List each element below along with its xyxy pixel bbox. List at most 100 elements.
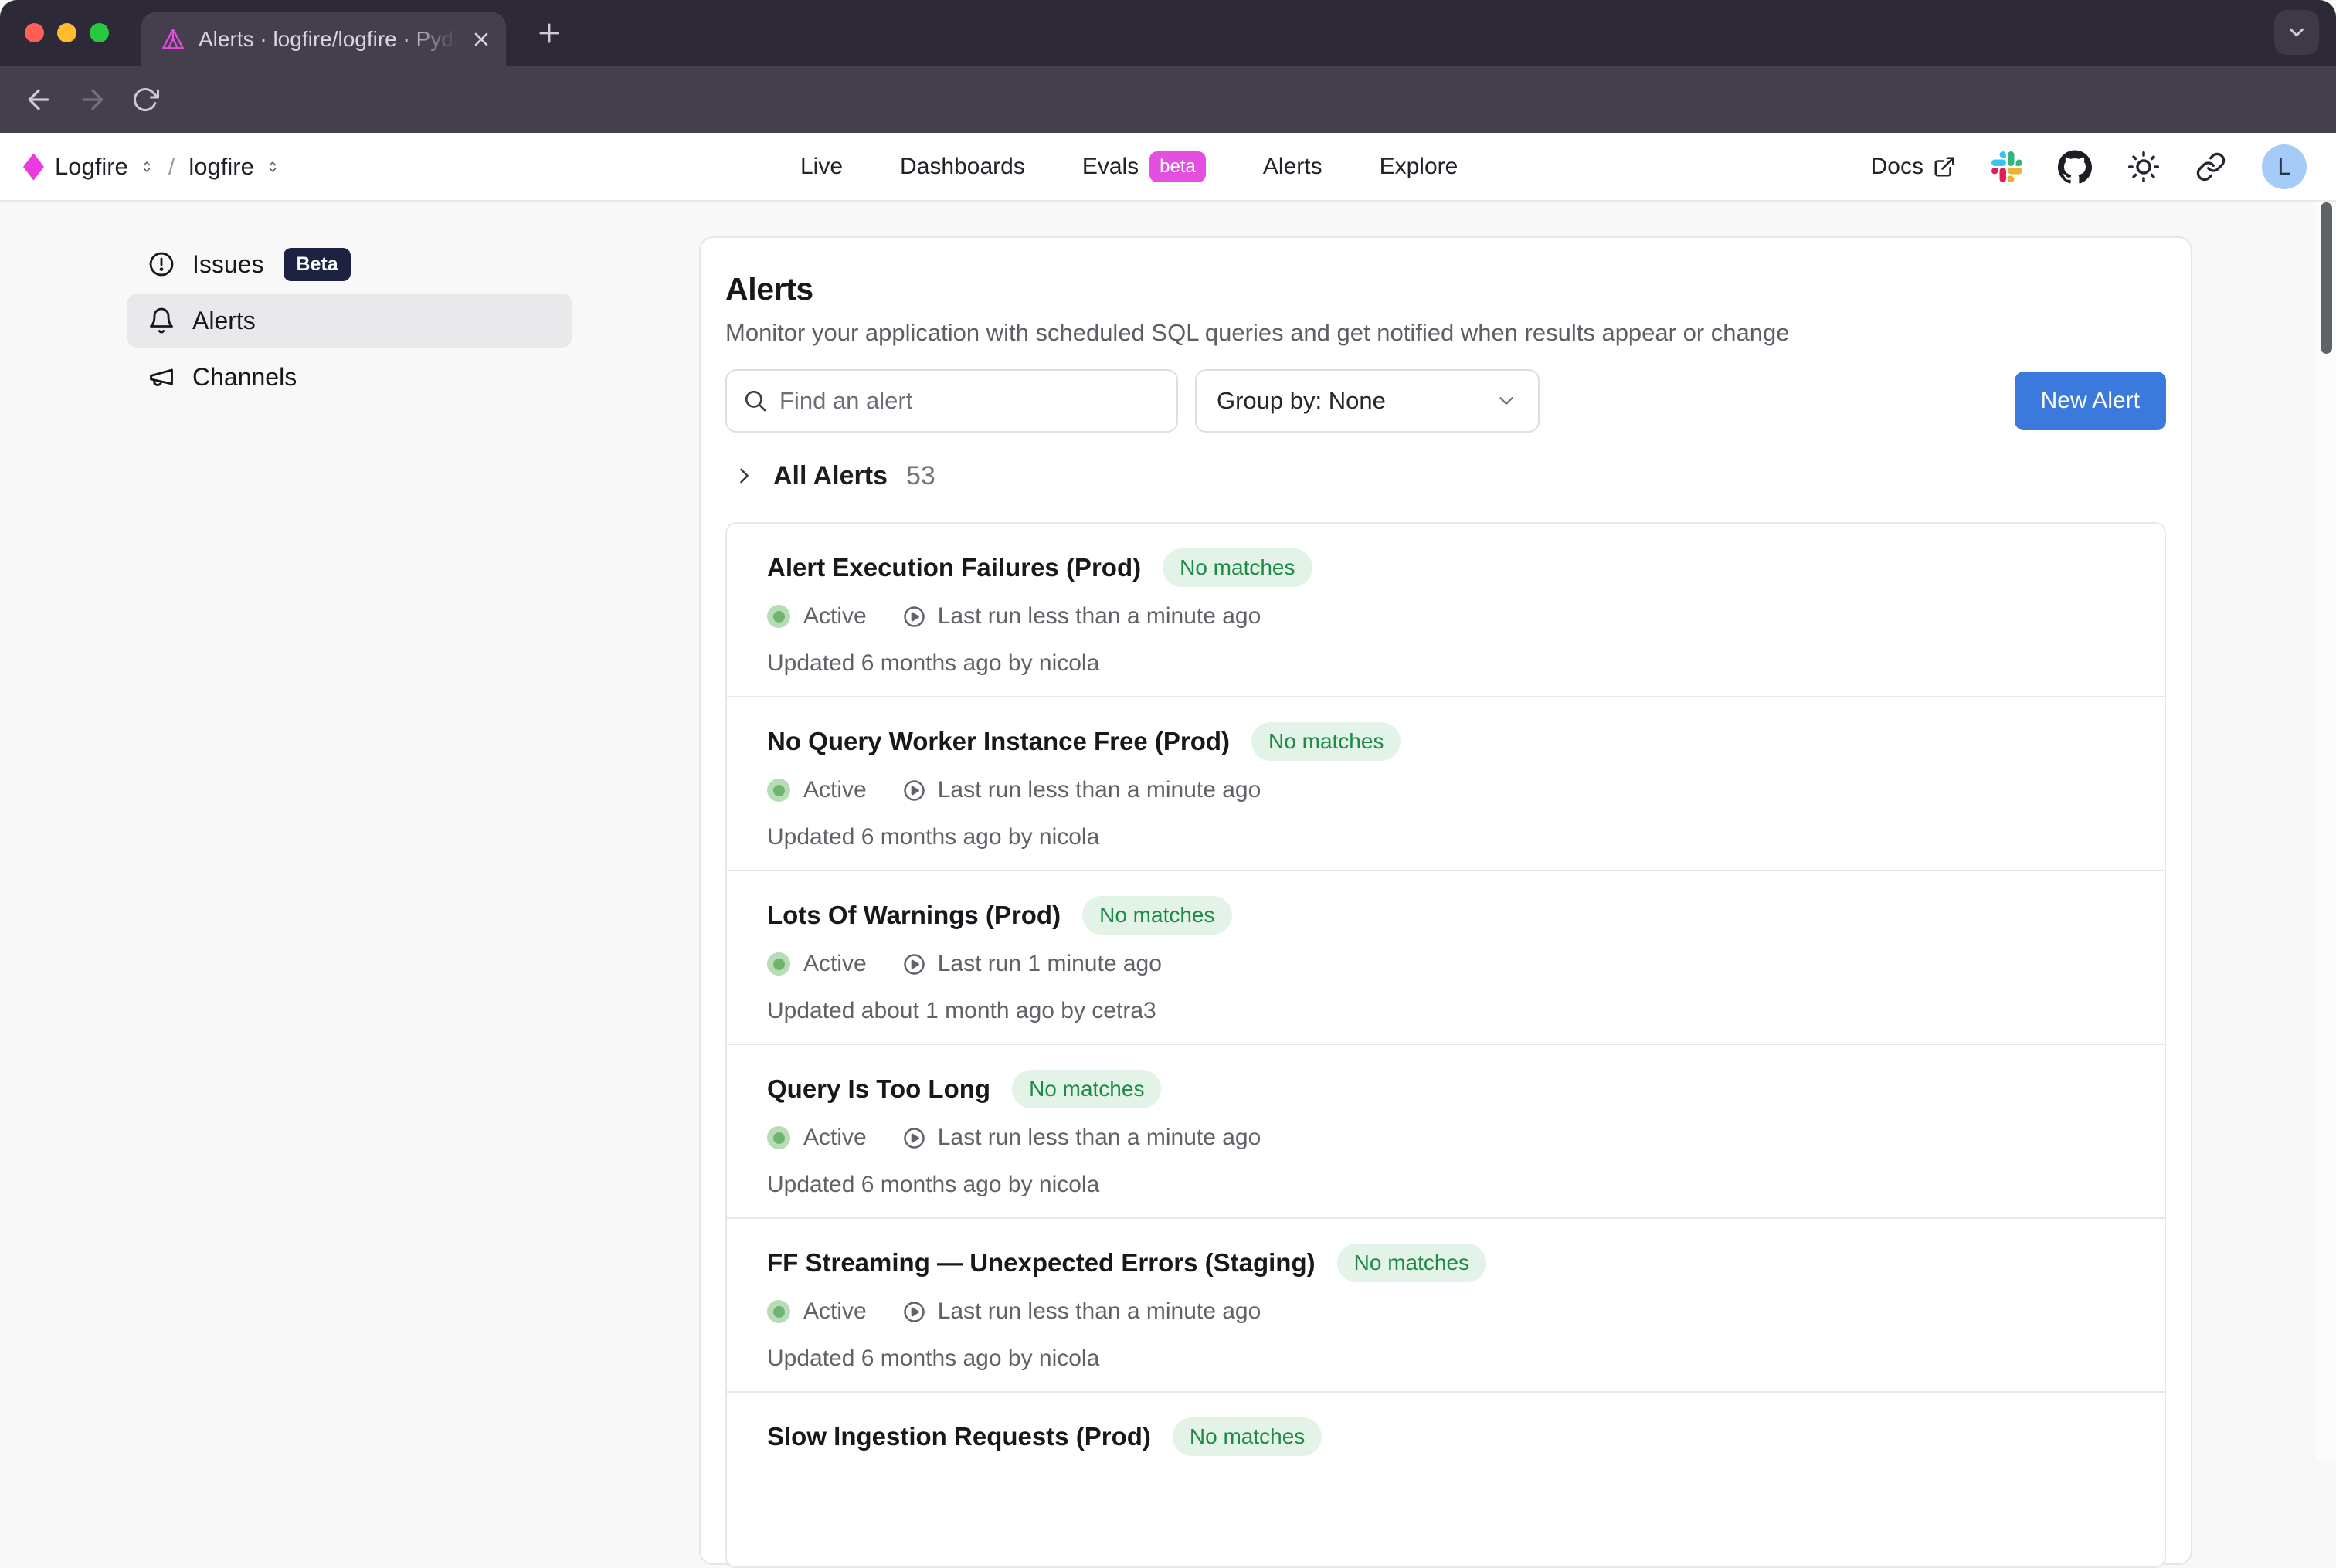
search-alert-field[interactable]: [725, 369, 1178, 433]
alert-updated: Updated about 1 month ago by cetra3: [767, 998, 2141, 1024]
nav-link-evals[interactable]: Evals beta: [1082, 151, 1206, 182]
alert-list: Alert Execution Failures (Prod) No match…: [725, 522, 2166, 1568]
play-circle-icon: [902, 952, 926, 976]
back-button[interactable]: [23, 84, 54, 115]
alerts-controls: Group by: None New Alert: [725, 369, 2166, 433]
no-matches-badge: No matches: [1163, 548, 1312, 587]
header-actions: Docs: [1871, 133, 2307, 200]
no-matches-badge: No matches: [1082, 896, 1231, 935]
alert-updated: Updated 6 months ago by nicola: [767, 1172, 2141, 1198]
chevron-right-icon[interactable]: [733, 465, 755, 487]
play-circle-icon: [902, 605, 926, 629]
alert-status: Active: [803, 777, 867, 803]
nav-link-alerts[interactable]: Alerts: [1263, 154, 1322, 180]
nav-link-live[interactable]: Live: [800, 154, 843, 180]
no-matches-badge: No matches: [1012, 1070, 1161, 1108]
page-subtitle: Monitor your application with scheduled …: [725, 318, 2166, 348]
alert-row[interactable]: Lots Of Warnings (Prod) No matches Activ…: [727, 871, 2165, 1045]
alerts-sidebar: Issues Beta Alerts Channels: [127, 237, 572, 406]
group-by-value: Group by: None: [1217, 387, 1386, 415]
docs-link[interactable]: Docs: [1871, 154, 1956, 180]
github-icon[interactable]: [2058, 150, 2092, 184]
alert-last-run: Last run less than a minute ago: [938, 1125, 1261, 1151]
alert-last-run: Last run 1 minute ago: [938, 951, 1162, 977]
new-alert-button[interactable]: New Alert: [2015, 372, 2166, 430]
alert-title[interactable]: Slow Ingestion Requests (Prod): [767, 1422, 1151, 1451]
issues-beta-badge: Beta: [284, 248, 350, 281]
project-selector-icon[interactable]: [265, 156, 280, 178]
alert-title[interactable]: Query Is Too Long: [767, 1074, 990, 1104]
browser-tab-active[interactable]: Alerts · logfire/logfire · Pydant: [141, 12, 506, 66]
page-scrollbar-track[interactable]: [2316, 202, 2336, 1459]
nav-link-explore[interactable]: Explore: [1380, 154, 1458, 180]
sidebar-item-alerts[interactable]: Alerts: [127, 294, 572, 348]
active-status-dot: [767, 1126, 790, 1149]
share-link-icon[interactable]: [2195, 151, 2226, 182]
alert-last-run: Last run less than a minute ago: [938, 603, 1261, 630]
alert-status: Active: [803, 1125, 867, 1151]
minimize-window-button[interactable]: [57, 23, 76, 42]
nav-link-dashboards[interactable]: Dashboards: [900, 154, 1025, 180]
org-switcher[interactable]: Logfire: [55, 153, 128, 181]
no-matches-badge: No matches: [1251, 722, 1401, 761]
alert-title[interactable]: No Query Worker Instance Free (Prod): [767, 727, 1230, 756]
group-by-select[interactable]: Group by: None: [1195, 369, 1540, 433]
chevron-down-icon: [1495, 389, 1518, 412]
alert-row[interactable]: Alert Execution Failures (Prod) No match…: [727, 524, 2165, 697]
new-tab-button[interactable]: [535, 19, 564, 48]
alert-row[interactable]: FF Streaming — Unexpected Errors (Stagin…: [727, 1219, 2165, 1393]
project-switcher[interactable]: logfire: [188, 153, 253, 181]
no-matches-badge: No matches: [1173, 1417, 1322, 1456]
active-status-dot: [767, 779, 790, 802]
active-status-dot: [767, 605, 790, 628]
alert-status: Active: [803, 1298, 867, 1325]
reload-button[interactable]: [131, 86, 159, 114]
sidebar-item-label: Alerts: [192, 307, 256, 335]
alert-title[interactable]: Alert Execution Failures (Prod): [767, 553, 1141, 582]
page-scrollbar-thumb[interactable]: [2321, 202, 2332, 354]
sidebar-item-label: Issues: [192, 250, 263, 279]
primary-nav: Live Dashboards Evals beta Alerts Explor…: [800, 133, 1458, 200]
tab-search-button[interactable]: [2274, 10, 2319, 55]
all-alerts-group-header[interactable]: All Alerts 53: [725, 459, 2166, 493]
site-header: Logfire / logfire Live Dashboards Evals …: [0, 133, 2336, 202]
sidebar-item-issues[interactable]: Issues Beta: [127, 237, 572, 291]
alert-row[interactable]: Query Is Too Long No matches Active Last…: [727, 1045, 2165, 1219]
bell-icon: [148, 307, 175, 334]
sidebar-item-channels[interactable]: Channels: [127, 350, 572, 404]
alert-last-run: Last run less than a minute ago: [938, 1298, 1261, 1325]
breadcrumb: Logfire / logfire: [23, 133, 280, 200]
slack-icon[interactable]: [1991, 151, 2022, 182]
group-count: 53: [906, 461, 935, 491]
no-matches-badge: No matches: [1337, 1244, 1486, 1282]
close-window-button[interactable]: [25, 23, 44, 42]
search-icon: [742, 388, 769, 414]
alert-title[interactable]: Lots Of Warnings (Prod): [767, 901, 1061, 930]
alert-title[interactable]: FF Streaming — Unexpected Errors (Stagin…: [767, 1248, 1316, 1278]
maximize-window-button[interactable]: [90, 23, 109, 42]
window-controls: [25, 23, 109, 42]
alert-updated: Updated 6 months ago by nicola: [767, 650, 2141, 677]
evals-beta-badge: beta: [1149, 151, 1206, 182]
play-circle-icon: [902, 1126, 926, 1150]
tab-title: Alerts · logfire/logfire · Pydant: [199, 27, 463, 52]
browser-toolbar: logfire-eu.pydantic.info/logfire/logfire…: [0, 66, 2336, 133]
alert-status: Active: [803, 603, 867, 630]
external-link-icon: [1933, 155, 1956, 178]
alert-row[interactable]: No Query Worker Instance Free (Prod) No …: [727, 697, 2165, 871]
alert-status: Active: [803, 951, 867, 977]
active-status-dot: [767, 1300, 790, 1323]
play-circle-icon: [902, 779, 926, 803]
group-label: All Alerts: [773, 461, 888, 491]
user-avatar[interactable]: L: [2262, 144, 2307, 189]
alert-row[interactable]: Slow Ingestion Requests (Prod) No matche…: [727, 1393, 2165, 1566]
page-title: Alerts: [725, 270, 2166, 307]
org-selector-icon[interactable]: [139, 156, 154, 178]
active-status-dot: [767, 952, 790, 976]
alert-last-run: Last run less than a minute ago: [938, 777, 1261, 803]
theme-toggle-sun-icon[interactable]: [2127, 151, 2160, 183]
search-input[interactable]: [725, 369, 1178, 433]
logfire-diamond-icon: [23, 153, 44, 181]
forward-button[interactable]: [77, 84, 108, 115]
tab-close-icon[interactable]: [470, 29, 492, 50]
